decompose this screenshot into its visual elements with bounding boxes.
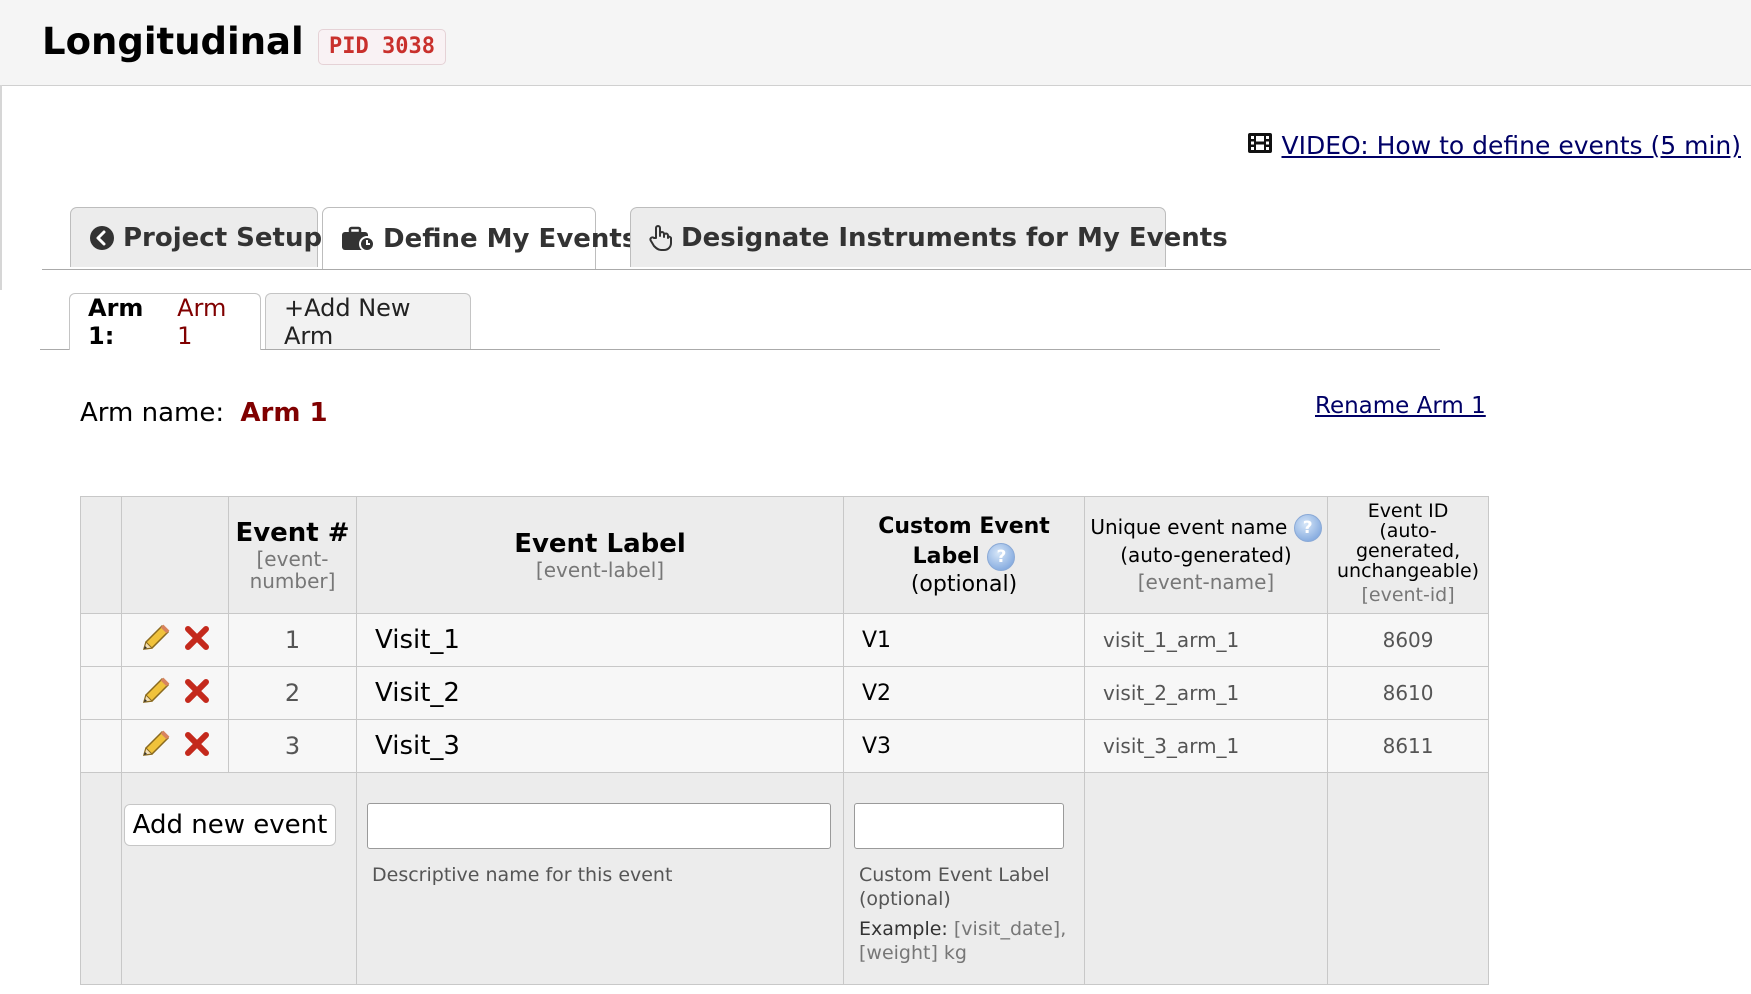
help-icon[interactable]: ? xyxy=(1293,514,1322,543)
custom-label-input[interactable] xyxy=(854,803,1064,849)
event-id-cell: 8609 xyxy=(1326,613,1490,667)
event-number-cell: 3 xyxy=(228,719,357,773)
event-number-title: Event # xyxy=(235,518,350,548)
table-header-row: Event # [event-number] Event Label [even… xyxy=(80,496,1490,614)
delete-icon[interactable] xyxy=(184,625,210,656)
arm-tabs: Arm 1: Arm 1 +Add New Arm xyxy=(40,293,1440,350)
arm-name-label: Arm name: xyxy=(80,398,225,428)
new-custom-label-cell: Custom Event Label (optional) Example: [… xyxy=(843,772,1085,985)
event-label-cell: Visit_2 xyxy=(356,666,844,720)
rename-arm-link[interactable]: Rename Arm 1 xyxy=(1315,393,1486,419)
event-id-var: [event-id] xyxy=(1361,584,1455,606)
event-label-input[interactable] xyxy=(367,803,831,849)
unique-name-auto: (auto-generated) xyxy=(1120,543,1292,568)
custom-label-cell: V3 xyxy=(843,719,1085,773)
pid-badge: PID 3038 xyxy=(318,29,446,65)
custom-label-example: Example: [visit_date], [weight] kg xyxy=(854,917,1074,965)
custom-label-title: Custom Event Label xyxy=(878,514,1050,569)
new-event-label-cell: Descriptive name for this event xyxy=(356,772,844,985)
custom-label-hint: Custom Event Label (optional) xyxy=(859,864,1050,910)
row-actions xyxy=(121,719,229,773)
unique-name-cell: visit_2_arm_1 xyxy=(1084,666,1328,720)
event-id-cell: 8610 xyxy=(1326,666,1490,720)
event-number-cell: 2 xyxy=(228,666,357,720)
add-new-event-button[interactable]: Add new event xyxy=(124,804,336,846)
page-title: Longitudinal xyxy=(42,20,304,63)
unique-name-title: Unique event name xyxy=(1090,514,1288,539)
custom-label-cell: V2 xyxy=(843,666,1085,720)
event-number-var: [event-number] xyxy=(249,547,336,593)
row-blank xyxy=(80,666,122,720)
tab-label: Define My Events xyxy=(383,223,638,254)
circle-chevron-left-icon xyxy=(89,225,115,251)
custom-label-cell: V1 xyxy=(843,613,1085,667)
add-event-row: Add new event Descriptive name for this … xyxy=(80,772,1490,985)
tab-label: Project Setup xyxy=(123,222,323,253)
header-custom-label: Custom Event Label ? (optional) xyxy=(843,496,1085,614)
tab-label: Designate Instruments for My Events xyxy=(681,222,1228,253)
header-blank-2 xyxy=(121,496,229,614)
delete-icon[interactable] xyxy=(184,678,210,709)
arm-name-row: Arm name: Arm 1 xyxy=(80,398,328,428)
event-id-title: Event ID (auto-generated, unchangeable) xyxy=(1337,500,1480,582)
custom-label-optional: (optional) xyxy=(910,572,1018,597)
film-icon xyxy=(1247,131,1273,160)
header-event-id: Event ID (auto-generated, unchangeable) … xyxy=(1326,496,1490,614)
pencil-icon[interactable] xyxy=(140,729,172,764)
example-prefix: Example: xyxy=(859,918,948,940)
add-row-blank-id xyxy=(1326,772,1490,985)
tab-define-my-events[interactable]: Define My Events xyxy=(322,207,637,269)
event-label-var: [event-label] xyxy=(535,558,665,582)
row-actions xyxy=(121,666,229,720)
briefcase-clock-icon xyxy=(341,226,375,252)
events-table: Event # [event-number] Event Label [even… xyxy=(80,496,1490,985)
table-row: 1 Visit_1 V1 visit_1_arm_1 8609 xyxy=(80,613,1490,667)
pencil-icon[interactable] xyxy=(140,676,172,711)
table-row: 3 Visit_3 V3 visit_3_arm_1 8611 xyxy=(80,719,1490,773)
help-icon[interactable]: ? xyxy=(987,543,1016,571)
add-new-arm-tab[interactable]: +Add New Arm xyxy=(265,293,471,350)
header-event-number: Event # [event-number] xyxy=(228,496,357,614)
unique-name-cell: visit_3_arm_1 xyxy=(1084,719,1328,773)
event-label-cell: Visit_1 xyxy=(356,613,844,667)
header-unique-name: Unique event name ? (auto-generated) [ev… xyxy=(1084,496,1328,614)
delete-icon[interactable] xyxy=(184,731,210,762)
event-id-cell: 8611 xyxy=(1326,719,1490,773)
unique-name-cell: visit_1_arm_1 xyxy=(1084,613,1328,667)
video-link-label[interactable]: VIDEO: How to define events (5 min) xyxy=(1281,131,1741,160)
row-actions xyxy=(121,613,229,667)
event-label-hint: Descriptive name for this event xyxy=(372,864,673,886)
table-row: 2 Visit_2 V2 visit_2_arm_1 8610 xyxy=(80,666,1490,720)
unique-name-var: [event-name] xyxy=(1137,570,1275,595)
row-blank xyxy=(80,613,122,667)
tab-arm-1[interactable]: Arm 1: Arm 1 xyxy=(69,293,261,350)
event-number-cell: 1 xyxy=(228,613,357,667)
event-label-cell: Visit_3 xyxy=(356,719,844,773)
add-event-button-cell: Add new event xyxy=(121,772,357,985)
event-label-title: Event Label xyxy=(514,529,686,559)
pencil-icon[interactable] xyxy=(140,623,172,658)
arm-tab-prefix: Arm 1: xyxy=(88,294,144,350)
arm-tab-name: Arm 1 xyxy=(177,294,227,350)
hand-pointer-icon xyxy=(649,224,673,252)
row-blank xyxy=(80,772,122,985)
add-new-arm-label: +Add New Arm xyxy=(284,293,411,350)
header-event-label: Event Label [event-label] xyxy=(356,496,844,614)
arm-name-value: Arm 1 xyxy=(240,398,328,428)
left-rule xyxy=(0,85,2,290)
main-tabs: Project Setup Define My Events Designate… xyxy=(42,207,1751,270)
add-row-blank-unique xyxy=(1084,772,1328,985)
tab-project-setup[interactable]: Project Setup xyxy=(70,207,322,267)
video-link[interactable]: VIDEO: How to define events (5 min) xyxy=(1247,131,1741,160)
header-blank-1 xyxy=(80,496,122,614)
tab-designate-instruments[interactable]: Designate Instruments for My Events xyxy=(630,207,1228,267)
row-blank xyxy=(80,719,122,773)
